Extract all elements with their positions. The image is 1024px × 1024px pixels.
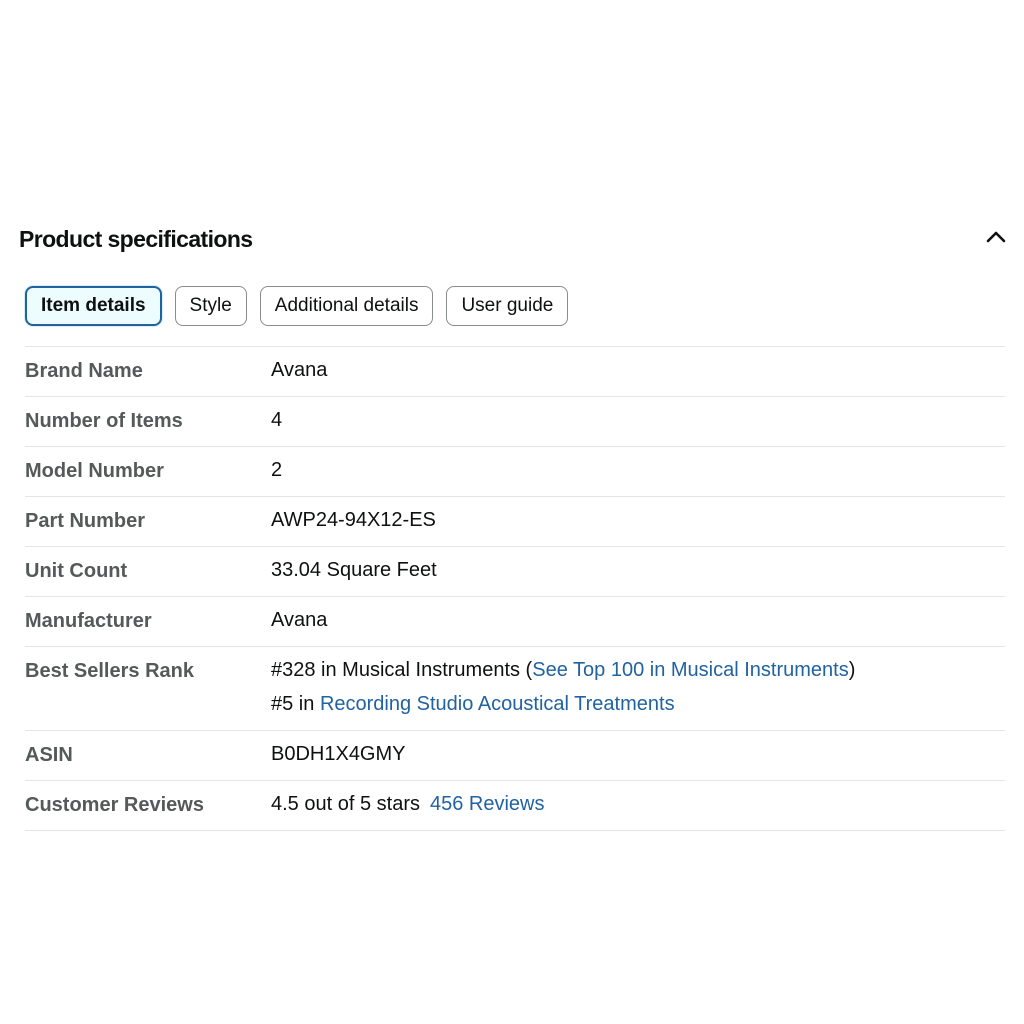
spec-label: Manufacturer [25, 610, 152, 632]
spec-row-customer-reviews: Customer Reviews 4.5 out of 5 stars 456 R… [25, 781, 1005, 831]
spec-label: Customer Reviews [25, 794, 204, 816]
reviews-link[interactable]: 456 Reviews [430, 793, 545, 815]
section-header: Product specifications [19, 224, 1009, 260]
spec-label: Unit Count [25, 560, 128, 582]
collapse-button[interactable] [983, 224, 1009, 250]
rank-line-secondary: #5 in Recording Studio Acoustical Treatm… [271, 687, 1005, 721]
tab-style[interactable]: Style [174, 286, 247, 326]
tab-additional-details[interactable]: Additional details [259, 286, 434, 326]
rank-text: #5 in [271, 693, 320, 715]
spec-value: Avana [271, 359, 328, 381]
spec-tabs: Item details Style Additional details Us… [25, 286, 569, 326]
spec-value: AWP24-94X12-ES [271, 509, 436, 531]
spec-value: 2 [271, 459, 283, 481]
rank-line-primary: #328 in Musical Instruments (See Top 100… [271, 653, 1005, 687]
tab-user-guide[interactable]: User guide [446, 286, 569, 326]
top-100-link[interactable]: See Top 100 in Musical Instruments [532, 659, 848, 681]
spec-label: Part Number [25, 510, 146, 532]
spec-label: ASIN [25, 744, 73, 766]
spec-value: #328 in Musical Instruments (See Top 100… [271, 640, 1005, 730]
spec-value: 33.04 Square Feet [271, 559, 437, 581]
rank-text: #328 in Musical Instruments ( [271, 659, 533, 681]
spec-row-best-sellers-rank: Best Sellers Rank #328 in Musical Instru… [25, 647, 1005, 731]
category-link[interactable]: Recording Studio Acoustical Treatments [320, 693, 675, 715]
spec-value: 4 [271, 409, 283, 431]
spec-value: Avana [271, 609, 328, 631]
spec-label: Best Sellers Rank [25, 660, 194, 682]
spec-label: Model Number [25, 460, 164, 482]
rank-text-suffix: ) [848, 659, 856, 681]
review-count: 456 [429, 793, 464, 815]
spec-table: Brand Name Avana Number of Items 4 Model… [25, 346, 1005, 831]
spec-value: B0DH1X4GMY [271, 743, 406, 765]
section-title: Product specifications [19, 226, 253, 252]
tab-item-details[interactable]: Item details [25, 286, 162, 326]
rating-text: 4.5 out of 5 stars [271, 793, 420, 815]
spec-label: Number of Items [25, 410, 183, 432]
reviews-word: Reviews [468, 793, 545, 815]
spec-value: 4.5 out of 5 stars 456 Reviews [271, 774, 1005, 830]
spec-label: Brand Name [25, 360, 143, 382]
chevron-up-icon [986, 231, 1006, 243]
